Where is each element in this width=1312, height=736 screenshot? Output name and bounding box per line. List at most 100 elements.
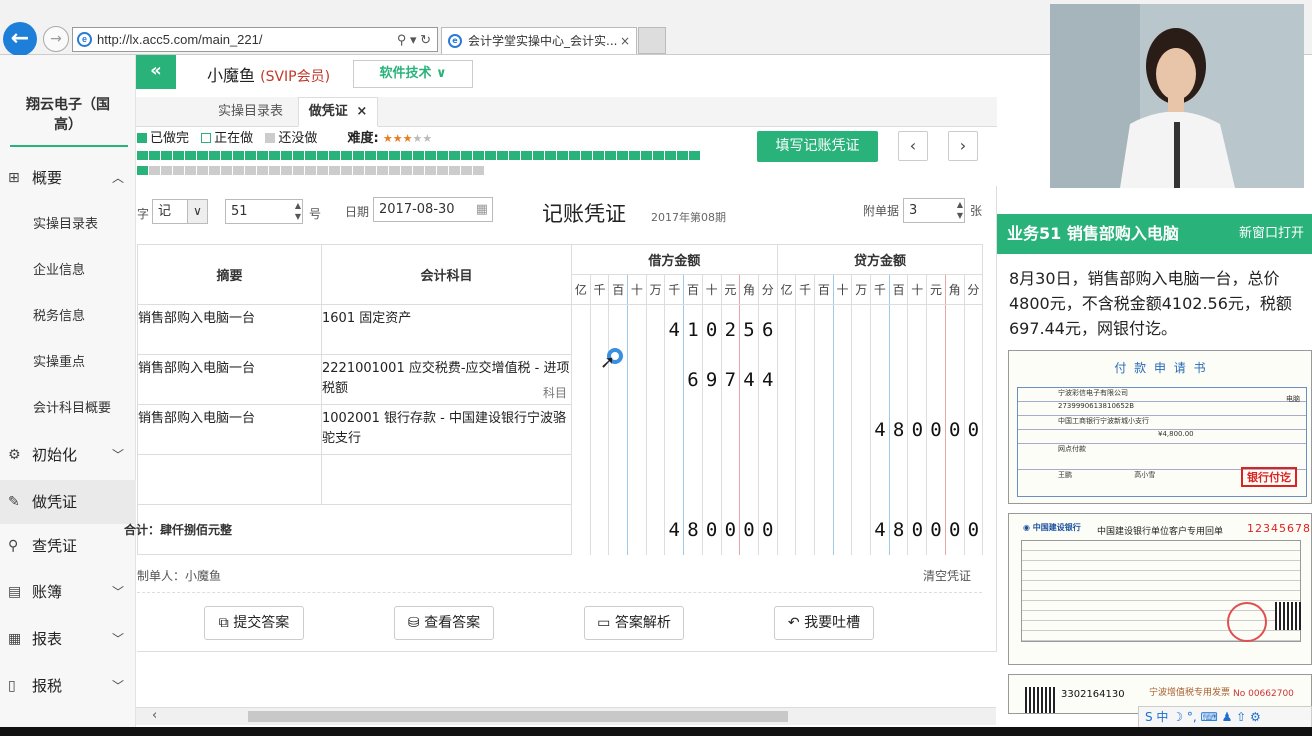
stepper-icon[interactable]: ▲ ▼ (295, 200, 301, 222)
progress-cell[interactable] (137, 151, 148, 160)
total-credit-digit[interactable]: 0 (944, 504, 965, 555)
progress-cell[interactable] (233, 166, 244, 175)
debit-digit[interactable] (664, 404, 685, 455)
progress-cell[interactable] (509, 151, 520, 160)
credit-digit[interactable] (832, 304, 853, 355)
progress-cell[interactable] (353, 166, 364, 175)
debit-digit[interactable] (683, 404, 703, 455)
debit-digit[interactable] (645, 304, 666, 355)
credit-digit[interactable]: 0 (926, 404, 946, 455)
progress-cell[interactable] (425, 166, 436, 175)
credit-digit[interactable]: 0 (907, 404, 928, 455)
summary-cell[interactable]: 销售部购入电脑一台 (137, 354, 322, 405)
debit-digit[interactable] (589, 454, 610, 505)
nav-sub-tax[interactable]: 税务信息 (0, 294, 136, 340)
progress-cell[interactable] (377, 151, 388, 160)
tab-make-voucher[interactable]: 做凭证 × (298, 97, 378, 127)
payment-request-image[interactable]: 付 款 申 请 书 宁波彩信电子有限公司 2739990613810652B 中… (1008, 350, 1312, 504)
credit-digit[interactable] (907, 304, 928, 355)
progress-cell[interactable] (209, 151, 220, 160)
progress-cell[interactable] (269, 151, 280, 160)
debit-digit[interactable] (757, 404, 778, 455)
debit-digit[interactable] (664, 454, 685, 505)
total-debit-digit[interactable]: 8 (683, 504, 703, 555)
credit-digit[interactable] (776, 304, 797, 355)
credit-digit[interactable] (963, 454, 984, 505)
debit-digit[interactable] (571, 404, 591, 455)
debit-digit[interactable] (571, 454, 591, 505)
progress-cell[interactable] (473, 166, 484, 175)
progress-cell[interactable] (317, 166, 328, 175)
total-credit-digit[interactable] (776, 504, 797, 555)
progress-cell[interactable] (161, 151, 172, 160)
debit-digit[interactable] (571, 354, 591, 405)
nav-sub-company[interactable]: 企业信息 (0, 248, 136, 294)
stepper-icon[interactable]: ▲ ▼ (957, 199, 963, 221)
debit-digit[interactable] (608, 304, 629, 355)
debit-digit[interactable]: 4 (664, 304, 685, 355)
credit-digit[interactable] (888, 354, 909, 405)
nav-sub-keypoints[interactable]: 实操重点 (0, 340, 136, 386)
progress-cell[interactable] (341, 151, 352, 160)
debit-digit[interactable] (701, 454, 722, 505)
account-cell[interactable]: 2221001001 应交税费-应交增值税 - 进项税额 科目 (321, 354, 572, 405)
credit-digit[interactable] (851, 454, 872, 505)
credit-digit[interactable] (907, 454, 928, 505)
total-debit-digit[interactable] (608, 504, 629, 555)
bank-receipt-image[interactable]: ◉ 中国建设银行 中国建设银行单位客户专用回单 12345678 (1008, 513, 1312, 665)
credit-digit[interactable] (776, 354, 797, 405)
close-tab-icon[interactable]: × (356, 104, 367, 119)
progress-cell[interactable] (545, 151, 556, 160)
submit-answer-button[interactable]: ⧉ 提交答案 (204, 606, 304, 640)
credit-digit[interactable]: 8 (888, 404, 909, 455)
credit-digit[interactable] (944, 454, 965, 505)
debit-digit[interactable] (739, 454, 759, 505)
debit-digit[interactable] (608, 404, 629, 455)
credit-digit[interactable] (926, 304, 946, 355)
progress-cell[interactable] (173, 166, 184, 175)
progress-cell[interactable] (353, 151, 364, 160)
nav-sub-catalog[interactable]: 实操目录表 (0, 202, 136, 248)
progress-cell[interactable] (197, 166, 208, 175)
scroll-thumb[interactable] (248, 711, 788, 722)
total-debit-digit[interactable]: 0 (701, 504, 722, 555)
nav-make-voucher[interactable]: ✎ 做凭证 (0, 480, 136, 524)
progress-cell[interactable] (293, 151, 304, 160)
progress-cell[interactable] (377, 166, 388, 175)
credit-digit[interactable] (776, 454, 797, 505)
credit-digit[interactable] (888, 454, 909, 505)
debit-digit[interactable] (627, 454, 647, 505)
progress-cell[interactable] (197, 151, 208, 160)
debit-digit[interactable] (664, 354, 685, 405)
nav-query-voucher[interactable]: ⚲ 查凭证 (0, 524, 136, 568)
debit-digit[interactable] (589, 304, 610, 355)
view-answer-button[interactable]: ⛁ 查看答案 (394, 606, 494, 640)
account-cell[interactable]: 1601 固定资产 (321, 304, 572, 355)
credit-digit[interactable] (851, 404, 872, 455)
total-debit-digit[interactable]: 0 (739, 504, 759, 555)
summary-cell[interactable] (137, 454, 322, 505)
progress-cell[interactable] (293, 166, 304, 175)
progress-cell[interactable] (365, 166, 376, 175)
progress-cell[interactable] (209, 166, 220, 175)
total-credit-digit[interactable]: 0 (907, 504, 928, 555)
progress-cell[interactable] (365, 151, 376, 160)
total-debit-digit[interactable] (571, 504, 591, 555)
new-tab-button[interactable] (638, 27, 666, 54)
progress-cell[interactable] (413, 151, 424, 160)
total-credit-digit[interactable] (795, 504, 816, 555)
total-credit-digit[interactable] (832, 504, 853, 555)
total-debit-digit[interactable]: 0 (757, 504, 778, 555)
debit-digit[interactable] (627, 354, 647, 405)
progress-cell[interactable] (281, 166, 292, 175)
debit-digit[interactable] (757, 454, 778, 505)
progress-cell[interactable] (605, 151, 616, 160)
address-bar[interactable]: e http://lx.acc5.com/main_221/ ⚲ ▾ ↻ (72, 27, 438, 52)
credit-digit[interactable] (944, 354, 965, 405)
debit-digit[interactable]: 6 (683, 354, 703, 405)
progress-cell[interactable] (185, 151, 196, 160)
total-debit-digit[interactable] (589, 504, 610, 555)
total-credit-digit[interactable]: 0 (963, 504, 984, 555)
credit-digit[interactable] (926, 354, 946, 405)
close-tab-icon[interactable]: × (620, 28, 630, 54)
